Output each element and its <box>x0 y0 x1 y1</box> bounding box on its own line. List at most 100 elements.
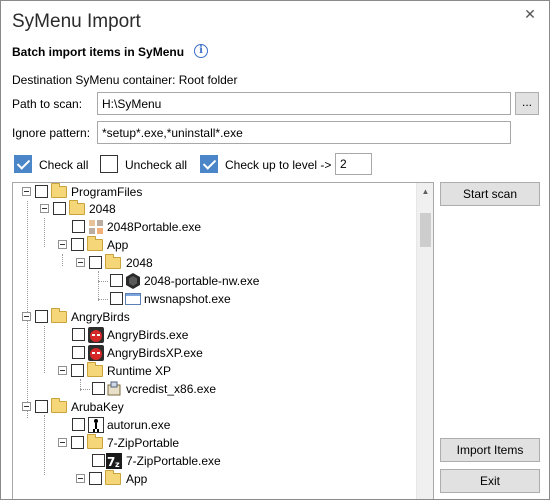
close-icon[interactable]: ✕ <box>523 7 537 21</box>
7zip-icon: 7z <box>106 453 122 469</box>
check-all-label: Check all <box>39 158 89 172</box>
window-app-icon <box>125 291 141 307</box>
exit-button[interactable]: Exit <box>440 469 540 493</box>
browse-button[interactable]: ... <box>515 92 539 115</box>
collapse-toggle[interactable] <box>22 312 31 321</box>
autorun-icon <box>88 417 104 433</box>
tree-checkbox[interactable] <box>71 436 84 449</box>
tree-item-nwsnapshot[interactable]: nwsnapshot.exe <box>13 290 413 308</box>
scroll-thumb[interactable] <box>420 213 431 247</box>
info-icon[interactable]: i <box>194 44 208 58</box>
ignore-pattern-label: Ignore pattern: <box>12 126 91 140</box>
tree-item-7zipportable[interactable]: 7-ZipPortable <box>13 434 413 452</box>
angry-birds-icon <box>88 327 104 343</box>
file-tree[interactable]: ProgramFiles 2048 2048Portable.exe App 2… <box>12 182 434 499</box>
tree-checkbox[interactable] <box>110 292 123 305</box>
folder-icon <box>51 398 67 413</box>
start-scan-button[interactable]: Start scan <box>440 182 540 206</box>
tree-item-label: AngryBirdsXP.exe <box>107 346 203 360</box>
tree-checkbox[interactable] <box>72 418 85 431</box>
scroll-up-arrow-icon[interactable]: ▲ <box>417 183 433 200</box>
uncheck-all-checkbox[interactable] <box>100 155 118 173</box>
tree-scrollbar[interactable]: ▲ <box>416 183 433 499</box>
check-up-to-level-checkbox[interactable] <box>200 155 218 173</box>
tree-item-label: App <box>126 472 148 486</box>
uncheck-all-label: Uncheck all <box>125 158 188 172</box>
tree-item-2048-portable-nw[interactable]: 2048-portable-nw.exe <box>13 272 413 290</box>
tree-item-label: App <box>107 238 129 252</box>
2048-app-icon <box>88 219 104 235</box>
tree-item-label: nwsnapshot.exe <box>144 292 231 306</box>
tree-item-label: 7-ZipPortable.exe <box>126 454 221 468</box>
check-up-to-level-label: Check up to level -> <box>225 158 332 172</box>
angry-birds-icon <box>88 345 104 361</box>
tree-item-autorun[interactable]: autorun.exe <box>13 416 413 434</box>
window-title: SyMenu Import <box>12 11 141 32</box>
tree-item-arubakey[interactable]: ArubaKey <box>13 398 413 416</box>
tree-item-label: ArubaKey <box>71 400 124 414</box>
tree-item-2048portable[interactable]: 2048Portable.exe <box>13 218 413 236</box>
tree-item-label: 2048Portable.exe <box>107 220 202 234</box>
tree-checkbox[interactable] <box>53 202 66 215</box>
tree-item-programfiles[interactable]: ProgramFiles <box>13 183 413 201</box>
tree-item-app-7zip[interactable]: App <box>13 470 413 488</box>
dialog-subtitle: Batch import items in SyMenu <box>12 45 185 59</box>
tree-item-label: 2048 <box>126 256 153 270</box>
destination-label: Destination SyMenu container: Root folde… <box>12 73 238 87</box>
tree-item-app[interactable]: App <box>13 236 413 254</box>
tree-item-runtime-xp[interactable]: Runtime XP <box>13 362 413 380</box>
path-label: Path to scan: <box>12 97 83 111</box>
path-input[interactable] <box>97 92 511 115</box>
tree-checkbox[interactable] <box>71 238 84 251</box>
tree-item-label: AngryBirds <box>71 310 130 324</box>
check-all-checkbox[interactable] <box>14 155 32 173</box>
tree-item-angrybirdsxp-exe[interactable]: AngryBirdsXP.exe <box>13 344 413 362</box>
collapse-toggle[interactable] <box>76 474 85 483</box>
tree-checkbox[interactable] <box>89 256 102 269</box>
tree-item-2048[interactable]: 2048 <box>13 200 413 218</box>
tree-item-label: ProgramFiles <box>71 185 143 199</box>
tree-checkbox[interactable] <box>92 454 105 467</box>
folder-icon <box>105 254 121 269</box>
collapse-toggle[interactable] <box>58 240 67 249</box>
tree-item-label: vcredist_x86.exe <box>126 382 217 396</box>
tree-checkbox[interactable] <box>35 185 48 198</box>
tree-item-angrybirds[interactable]: AngryBirds <box>13 308 413 326</box>
tree-checkbox[interactable] <box>35 400 48 413</box>
tree-checkbox[interactable] <box>110 274 123 287</box>
tree-item-label: 2048-portable-nw.exe <box>144 274 260 288</box>
folder-icon <box>105 470 121 485</box>
collapse-toggle[interactable] <box>58 366 67 375</box>
folder-icon <box>87 434 103 449</box>
tree-item-vcredist[interactable]: vcredist_x86.exe <box>13 380 413 398</box>
tree-item-2048-sub[interactable]: 2048 <box>13 254 413 272</box>
tree-item-angrybirds-exe[interactable]: AngryBirds.exe <box>13 326 413 344</box>
nw-app-icon <box>125 273 141 289</box>
collapse-toggle[interactable] <box>22 187 31 196</box>
tree-checkbox[interactable] <box>89 472 102 485</box>
tree-item-7zipportable-exe[interactable]: 7z 7-ZipPortable.exe <box>13 452 413 470</box>
ignore-pattern-input[interactable] <box>97 121 511 144</box>
tree-checkbox[interactable] <box>72 328 85 341</box>
collapse-toggle[interactable] <box>58 438 67 447</box>
tree-item-label: Runtime XP <box>107 364 172 378</box>
tree-item-label: 2048 <box>89 202 116 216</box>
import-items-button[interactable]: Import Items <box>440 438 540 462</box>
tree-checkbox[interactable] <box>92 382 105 395</box>
tree-checkbox[interactable] <box>72 220 85 233</box>
installer-icon <box>106 381 122 397</box>
collapse-toggle[interactable] <box>40 204 49 213</box>
folder-icon <box>87 362 103 377</box>
folder-icon <box>69 200 85 215</box>
folder-icon <box>87 236 103 251</box>
tree-checkbox[interactable] <box>71 364 84 377</box>
tree-item-label: autorun.exe <box>107 418 171 432</box>
collapse-toggle[interactable] <box>22 402 31 411</box>
svg-text:z: z <box>115 460 120 469</box>
tree-item-label: 7-ZipPortable <box>107 436 180 450</box>
collapse-toggle[interactable] <box>76 258 85 267</box>
tree-checkbox[interactable] <box>35 310 48 323</box>
tree-checkbox[interactable] <box>72 346 85 359</box>
level-input[interactable]: 2 <box>335 153 372 175</box>
folder-icon <box>51 308 67 323</box>
